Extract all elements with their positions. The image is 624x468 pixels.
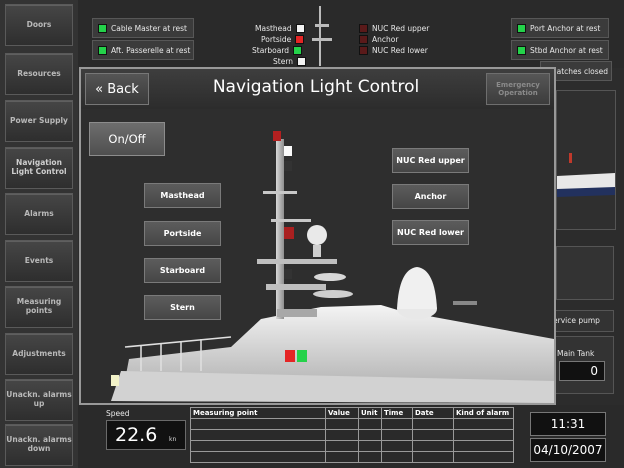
main-tank-panel: Main Tank 0 bbox=[548, 336, 614, 394]
starboard-button[interactable]: Starboard bbox=[144, 258, 221, 283]
light-led bbox=[359, 46, 368, 55]
light-status-portside: Portside bbox=[261, 35, 305, 44]
ship-thumbnail-icon bbox=[557, 153, 615, 197]
column-header: Time bbox=[381, 407, 413, 419]
sidebar-item-unackn-alarms-down[interactable]: Unackn. alarms down bbox=[5, 424, 73, 466]
mast-scene: On/Off Masthead Portside Starboard Stern… bbox=[81, 109, 554, 403]
sidebar-item-alarms[interactable]: Alarms bbox=[5, 193, 73, 235]
main-tank-readout: 0 bbox=[559, 361, 605, 381]
speed-label: Speed bbox=[106, 409, 130, 418]
on-off-button[interactable]: On/Off bbox=[89, 122, 165, 156]
sidebar-item-unackn-alarms-up[interactable]: Unackn. alarms up bbox=[5, 379, 73, 421]
nuc-red-upper-button[interactable]: NUC Red upper bbox=[392, 148, 469, 173]
back-button[interactable]: « Back bbox=[85, 73, 149, 105]
column-header: Value bbox=[325, 407, 359, 419]
light-status-nuc-red-upper: NUC Red upper bbox=[359, 24, 429, 33]
status-led bbox=[517, 46, 526, 55]
status-cable-master: Cable Master at rest bbox=[92, 18, 194, 38]
column-header: Date bbox=[412, 407, 454, 419]
status-port-anchor: Port Anchor at rest bbox=[511, 18, 609, 38]
navigation-light-dialog: « Back Navigation Light Control Emergenc… bbox=[79, 67, 556, 405]
sidebar-item-power-supply[interactable]: Power Supply bbox=[5, 100, 73, 142]
light-led bbox=[295, 24, 305, 33]
status-aft-passerelle: Aft. Passerelle at rest bbox=[92, 40, 194, 60]
vessel-overview-panel bbox=[556, 90, 616, 230]
light-led bbox=[295, 35, 305, 44]
clock-time: 11:31 bbox=[530, 412, 606, 436]
sidebar-item-adjustments[interactable]: Adjustments bbox=[5, 333, 73, 375]
light-status-masthead: Masthead bbox=[255, 24, 305, 33]
table-row[interactable] bbox=[190, 440, 514, 452]
light-status-starboard: Starboard bbox=[252, 46, 303, 55]
nuc-red-lower-button[interactable]: NUC Red lower bbox=[392, 220, 469, 245]
sidebar-item-doors[interactable]: Doors bbox=[5, 4, 73, 46]
light-status-nuc-red-lower: NUC Red lower bbox=[359, 46, 428, 55]
clock-date: 04/10/2007 bbox=[530, 438, 606, 462]
speed-readout: 22.6 kn bbox=[106, 420, 186, 450]
status-bar: Cable Master at rest Aft. Passerelle at … bbox=[78, 0, 624, 68]
sidebar: Doors Resources Power Supply Navigation … bbox=[0, 0, 78, 468]
anchor-button[interactable]: Anchor bbox=[392, 184, 469, 209]
sidebar-item-navigation-light-control[interactable]: Navigation Light Control bbox=[5, 147, 73, 189]
sidebar-item-measuring-points[interactable]: Measuring points bbox=[5, 286, 73, 328]
column-header: Kind of alarm bbox=[453, 407, 514, 419]
column-header: Measuring point bbox=[190, 407, 326, 419]
light-status-anchor: Anchor bbox=[359, 35, 398, 44]
portside-button[interactable]: Portside bbox=[144, 221, 221, 246]
masthead-button[interactable]: Masthead bbox=[144, 183, 221, 208]
table-row[interactable] bbox=[190, 418, 514, 430]
status-stbd-anchor: Stbd Anchor at rest bbox=[511, 40, 609, 60]
mast-thumbnail-icon bbox=[312, 6, 332, 66]
dialog-header: « Back Navigation Light Control Emergenc… bbox=[81, 69, 554, 109]
measuring-point-table: Measuring point Value Unit Time Date Kin… bbox=[190, 407, 514, 463]
stern-button[interactable]: Stern bbox=[144, 295, 221, 320]
light-led bbox=[297, 57, 307, 66]
sidebar-item-resources[interactable]: Resources bbox=[5, 53, 73, 95]
column-header: Unit bbox=[358, 407, 382, 419]
dialog-title: Navigation Light Control bbox=[212, 77, 420, 97]
emergency-operation-button[interactable]: Emergency Operation bbox=[486, 73, 550, 105]
light-led bbox=[359, 35, 368, 44]
service-pump-panel[interactable]: ervice pump bbox=[548, 310, 614, 332]
status-led bbox=[517, 24, 526, 33]
light-led bbox=[359, 24, 368, 33]
light-status-stern: Stern bbox=[273, 57, 307, 66]
status-led bbox=[98, 24, 107, 33]
light-led bbox=[293, 46, 303, 55]
table-row[interactable] bbox=[190, 451, 514, 463]
sidebar-item-events[interactable]: Events bbox=[5, 240, 73, 282]
table-row[interactable] bbox=[190, 429, 514, 441]
status-led bbox=[98, 46, 107, 55]
table-header-row: Measuring point Value Unit Time Date Kin… bbox=[190, 407, 514, 419]
right-info-panel bbox=[556, 246, 614, 300]
